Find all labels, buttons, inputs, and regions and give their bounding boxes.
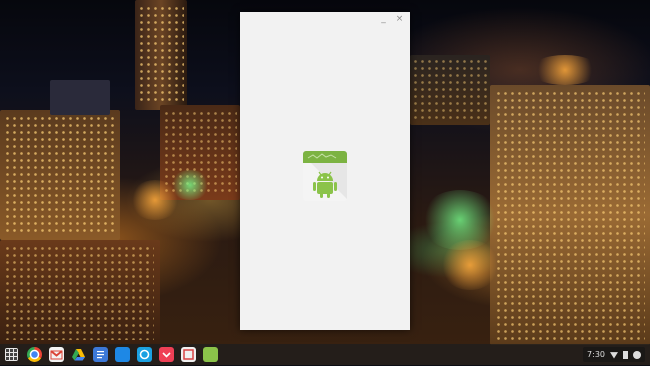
pinned-apps xyxy=(27,347,218,362)
close-icon: × xyxy=(395,13,404,24)
app-icon[interactable] xyxy=(181,347,196,362)
lower-left-lights xyxy=(4,245,154,340)
street-glow xyxy=(130,180,180,220)
pocket-icon[interactable] xyxy=(159,347,174,362)
wifi-icon xyxy=(610,352,618,359)
android-app-icon xyxy=(303,151,347,201)
shelf: 7:30 xyxy=(0,344,650,365)
app-launcher-button[interactable] xyxy=(5,348,18,361)
close-button[interactable]: × xyxy=(395,13,404,24)
sync-app-icon[interactable] xyxy=(137,347,152,362)
clock: 7:30 xyxy=(587,350,605,359)
chrome-icon[interactable] xyxy=(27,347,42,362)
tower-lights xyxy=(138,5,184,105)
status-tray[interactable]: 7:30 xyxy=(583,347,645,362)
app-window[interactable]: _ × xyxy=(240,12,410,330)
window-titlebar[interactable]: _ × xyxy=(240,12,410,26)
skyline-glow xyxy=(530,55,600,85)
minimize-button[interactable]: _ xyxy=(379,13,388,24)
google-drive-icon[interactable] xyxy=(71,347,86,362)
gmail-icon[interactable] xyxy=(49,347,64,362)
minimize-icon: _ xyxy=(381,13,386,24)
far-right-lights xyxy=(412,58,488,122)
right-building-lights xyxy=(495,90,645,340)
app-31-icon[interactable] xyxy=(115,347,130,362)
google-docs-icon[interactable] xyxy=(93,347,108,362)
android-app-icon-shelf[interactable] xyxy=(203,347,218,362)
orange-glow xyxy=(440,240,500,290)
distant-building xyxy=(50,80,110,115)
battery-icon xyxy=(623,350,628,359)
window-content xyxy=(240,26,410,330)
left-building-lights xyxy=(4,115,114,235)
user-avatar-icon xyxy=(633,350,641,359)
